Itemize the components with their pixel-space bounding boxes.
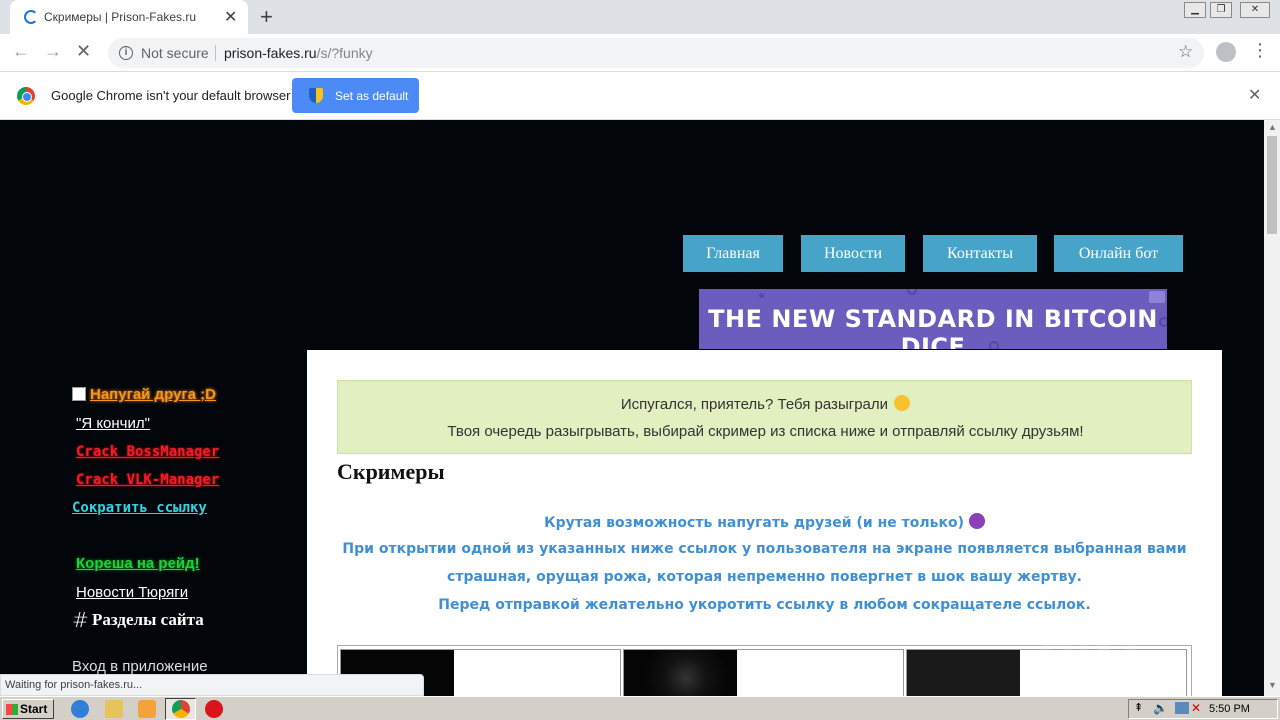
smile-emoji-icon	[894, 395, 911, 411]
security-alert-icon[interactable]: ✕	[1191, 701, 1201, 715]
description-line-1: Крутая возможность напугать друзей (и не…	[337, 513, 1192, 531]
infobar-message: Google Chrome isn't your default browser	[51, 88, 291, 103]
sections-heading: Разделы сайта	[92, 610, 204, 629]
windows-taskbar: Start ⇞ 🔈 ✕ 5:50 PM	[0, 696, 1280, 720]
taskbar-chrome-button[interactable]	[165, 698, 196, 720]
page-title: Скримеры	[337, 459, 445, 484]
description-line-4: Перед отправкой желательно укоротить ссы…	[438, 597, 1091, 613]
screen: Скримеры | Prison-Fakes.ru ✕ + ▁ ❐ ✕ ← →…	[0, 0, 1280, 720]
infobar-close-icon[interactable]: ✕	[1248, 85, 1261, 105]
description-line-2: При открытии одной из указанных ниже ссы…	[342, 541, 1187, 557]
alert-line-1-text: Испугался, приятель? Тебя разыграли	[620, 396, 889, 413]
scroll-thumb[interactable]	[1267, 136, 1277, 234]
minimize-icon[interactable]: ▁	[1184, 2, 1206, 18]
scroll-up-arrow-icon[interactable]: ▲	[1268, 122, 1277, 132]
set-as-default-label: Set as default	[335, 89, 409, 103]
set-as-default-button[interactable]: Set as default	[292, 78, 419, 113]
sidebar-link-ya-konchil[interactable]: "Я кончил"	[76, 415, 150, 432]
screamer-card[interactable]	[623, 649, 904, 696]
back-icon[interactable]: ←	[12, 41, 30, 62]
security-label: Not secure	[141, 45, 209, 61]
sidebar-link-label: Напугай друга ;D	[90, 386, 216, 403]
login-link[interactable]: Вход в приложение	[72, 658, 208, 675]
chrome-logo-icon	[17, 87, 35, 105]
bubble-decoration	[759, 293, 764, 298]
page-viewport: Главная Новости Контакты Онлайн бот THE …	[0, 120, 1264, 696]
bookmark-star-icon[interactable]: ☆	[1178, 42, 1193, 62]
windows-logo-icon	[6, 704, 18, 715]
description-line-1-text: Крутая возможность напугать друзей (и не…	[544, 515, 964, 531]
hash-icon: #	[72, 608, 89, 632]
nav-news-button[interactable]: Новости	[801, 235, 905, 272]
start-button[interactable]: Start	[2, 699, 54, 719]
opera-icon[interactable]	[205, 700, 223, 718]
status-bubble: Waiting for prison-fakes.ru...	[0, 674, 424, 696]
divider	[215, 45, 216, 61]
stop-icon[interactable]: ✕	[76, 41, 91, 62]
url-text[interactable]: prison-fakes.ru/s/?funky	[224, 45, 373, 61]
explorer-folder-icon[interactable]	[105, 700, 123, 718]
scroll-down-arrow-icon[interactable]: ▼	[1268, 680, 1277, 690]
browser-toolbar: ← → ✕ i Not secure prison-fakes.ru/s/?fu…	[0, 34, 1280, 72]
broken-image-icon	[72, 387, 86, 401]
description-line-3: страшная, орущая рожа, которая непременн…	[447, 569, 1082, 585]
url-host: prison-fakes.ru	[224, 45, 317, 61]
default-browser-infobar: Google Chrome isn't your default browser…	[0, 72, 1280, 120]
network-icon[interactable]	[1175, 702, 1189, 714]
nav-online-bot-button[interactable]: Онлайн бот	[1054, 235, 1183, 272]
anyrun-watermark: ANY RUN	[1040, 612, 1153, 696]
sidebar-link-raid[interactable]: Кореша на рейд!	[76, 555, 200, 572]
bubble-decoration	[907, 289, 917, 295]
clock[interactable]: 5:50 PM	[1209, 703, 1250, 715]
sidebar-link-shorten-url[interactable]: Сократить ссылку	[72, 500, 207, 516]
tab-title: Скримеры | Prison-Fakes.ru	[44, 10, 196, 24]
screamer-thumbnail[interactable]	[624, 650, 737, 696]
alert-line-2: Твоя очередь разыгрывать, выбирай скриме…	[447, 423, 1084, 440]
sidebar-link-news[interactable]: Новости Тюряги	[76, 584, 188, 601]
info-icon[interactable]: i	[119, 46, 133, 60]
nav-contacts-button[interactable]: Контакты	[923, 235, 1037, 272]
system-tray: ⇞ 🔈 ✕ 5:50 PM	[1128, 699, 1278, 719]
media-player-icon[interactable]	[138, 700, 156, 718]
start-label: Start	[20, 702, 48, 716]
tray-expand-icon[interactable]: ⇞	[1134, 701, 1143, 714]
alert-line-1: Испугался, приятель? Тебя разыграли	[338, 395, 1193, 413]
screamer-thumbnail[interactable]	[907, 650, 1020, 696]
ad-banner[interactable]: THE NEW STANDARD IN BITCOIN DICE	[699, 289, 1167, 349]
sidebar-link-crack-vlk-manager[interactable]: Crack VLK-Manager	[76, 472, 219, 488]
volume-icon[interactable]: 🔈	[1153, 701, 1168, 715]
loading-spinner-icon	[24, 10, 38, 24]
devil-emoji-icon	[968, 513, 985, 529]
chrome-taskbar-icon	[172, 700, 190, 718]
prank-alert: Испугался, приятель? Тебя разыграли Твоя…	[337, 380, 1192, 454]
address-bar[interactable]: i Not secure prison-fakes.ru/s/?funky ☆	[108, 38, 1204, 68]
ie-icon[interactable]	[71, 700, 89, 718]
profile-avatar-icon[interactable]	[1216, 42, 1236, 62]
restore-icon[interactable]: ❐	[1210, 2, 1232, 18]
browser-tab[interactable]: Скримеры | Prison-Fakes.ru ✕	[10, 0, 248, 34]
new-tab-icon[interactable]: +	[260, 4, 273, 30]
uac-shield-icon	[309, 88, 323, 103]
window-close-icon[interactable]: ✕	[1240, 2, 1270, 18]
forward-icon[interactable]: →	[44, 41, 62, 62]
close-icon[interactable]: ✕	[224, 7, 237, 27]
kebab-menu-icon[interactable]: ⋮	[1251, 40, 1269, 61]
ad-choices-icon[interactable]	[1149, 291, 1165, 303]
tab-strip: Скримеры | Prison-Fakes.ru ✕ + ▁ ❐ ✕	[0, 0, 1280, 34]
sidebar-link-scare-friend[interactable]: Напугай друга ;D	[72, 386, 216, 403]
page-scrollbar[interactable]: ▲ ▼	[1264, 120, 1280, 696]
sidebar-link-crack-bossmanager[interactable]: Crack BossManager	[76, 444, 219, 460]
nav-home-button[interactable]: Главная	[683, 235, 783, 272]
url-path: /s/?funky	[316, 45, 373, 61]
banner-text: THE NEW STANDARD IN BITCOIN DICE	[708, 305, 1158, 349]
